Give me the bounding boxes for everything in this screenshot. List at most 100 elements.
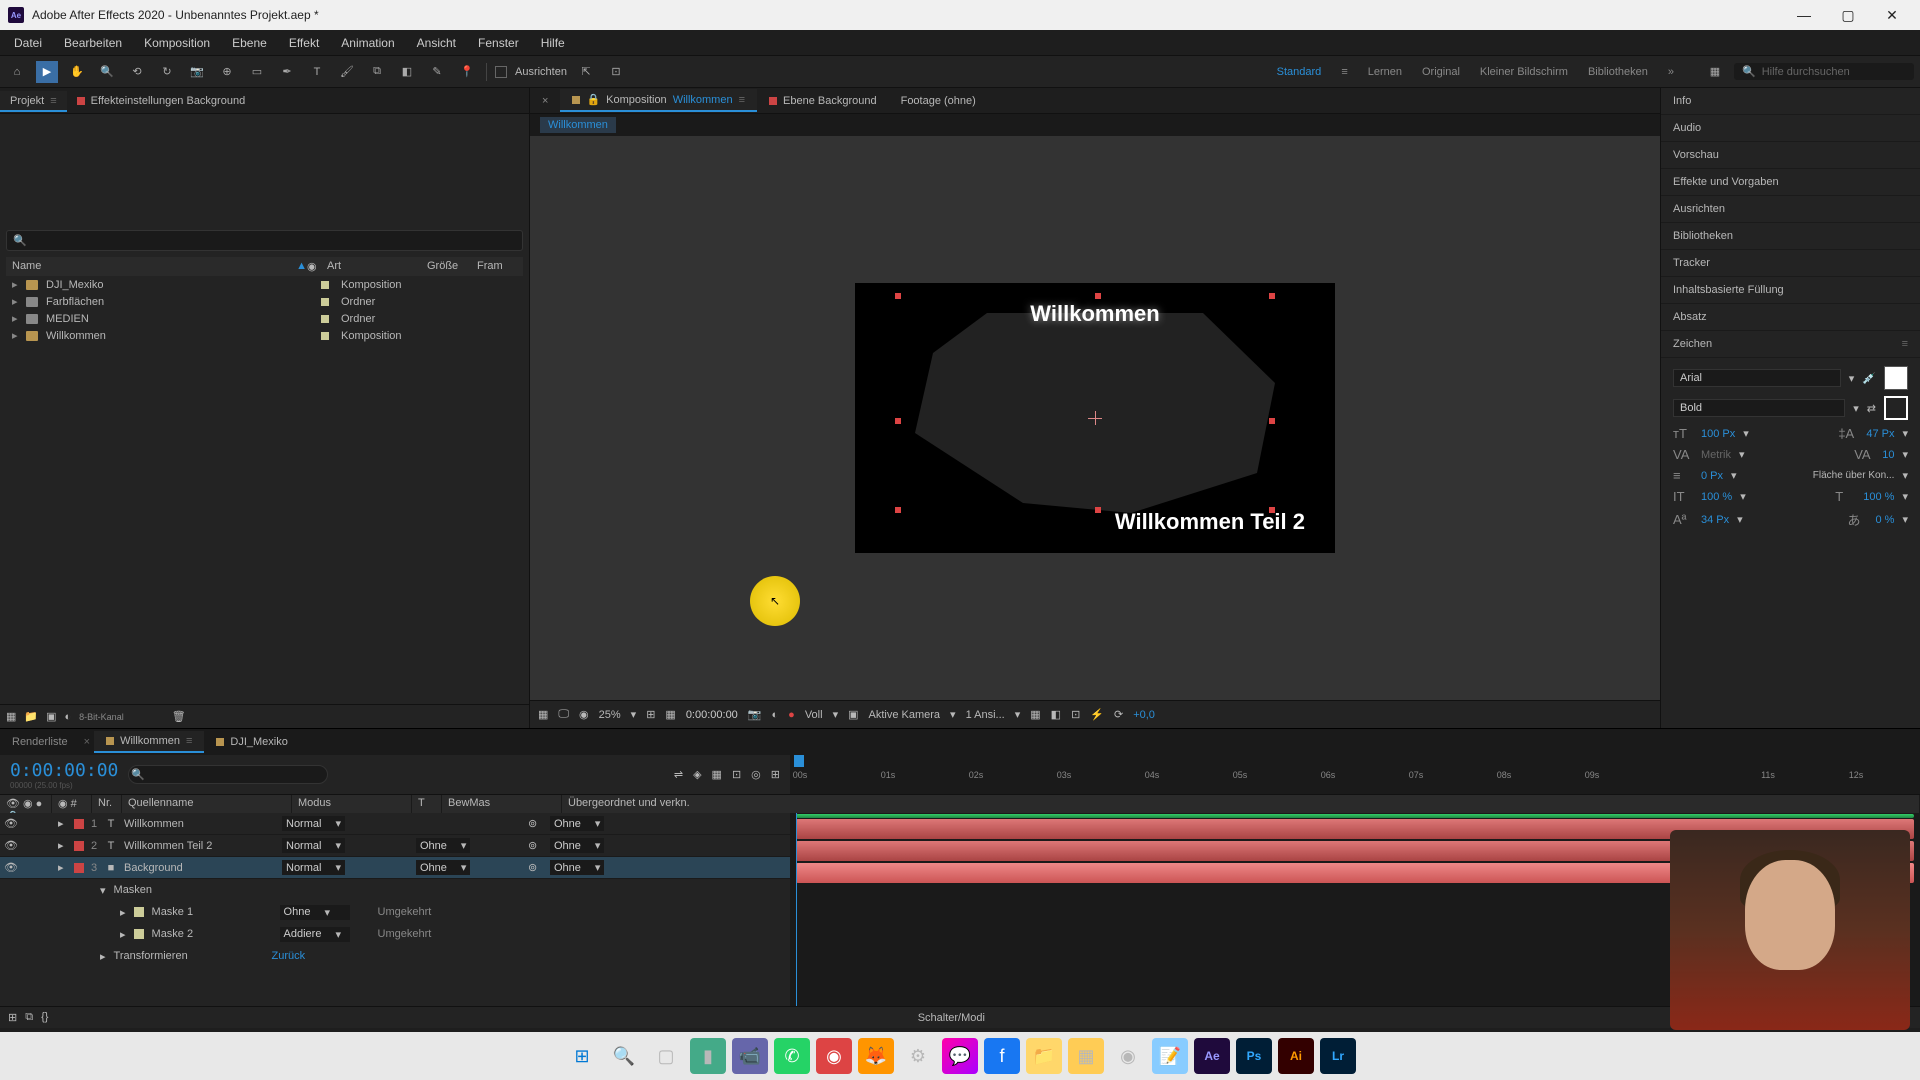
- stroke-swap-icon[interactable]: ⇄: [1867, 402, 1876, 415]
- vi1[interactable]: ▦: [1030, 708, 1040, 721]
- zoom-tool[interactable]: 🔍: [96, 61, 118, 83]
- screen-icon[interactable]: 🖵: [558, 708, 569, 721]
- menu-ebene[interactable]: Ebene: [222, 32, 277, 54]
- vi2[interactable]: ◧: [1051, 708, 1061, 721]
- tab-tl-dji[interactable]: DJI_Mexiko: [204, 732, 299, 752]
- snap-icon[interactable]: ⇱: [575, 61, 597, 83]
- tab-ebene[interactable]: Ebene Background: [757, 91, 889, 111]
- kerning[interactable]: Metrik: [1701, 449, 1731, 461]
- mask-icon[interactable]: ◉: [579, 708, 589, 721]
- baseline[interactable]: 34 Px: [1701, 514, 1729, 526]
- comp-tab-close[interactable]: ×: [530, 91, 560, 111]
- selection-handle[interactable]: [1269, 418, 1275, 424]
- project-search[interactable]: 🔍: [6, 230, 523, 251]
- fill-over-select[interactable]: Fläche über Kon...: [1813, 470, 1895, 481]
- taskbar-files[interactable]: 📁: [1026, 1038, 1062, 1074]
- selection-handle[interactable]: [895, 507, 901, 513]
- tab-footage[interactable]: Footage (ohne): [889, 91, 988, 111]
- font-weight-select[interactable]: Bold: [1673, 399, 1845, 417]
- mask-row[interactable]: ▸Maske 2Addiere▾Umgekehrt: [0, 923, 790, 945]
- clone-tool[interactable]: ⧉: [366, 61, 388, 83]
- panel-bibliotheken[interactable]: Bibliotheken: [1661, 223, 1920, 250]
- tl-ic3[interactable]: ▦: [712, 768, 722, 781]
- maximize-button[interactable]: ▢: [1828, 1, 1868, 29]
- pen-tool[interactable]: ✒: [276, 61, 298, 83]
- interpret-icon[interactable]: ▦: [6, 710, 16, 723]
- taskbar-facebook[interactable]: f: [984, 1038, 1020, 1074]
- views-dropdown[interactable]: 1 Ansi...: [966, 709, 1005, 721]
- selection-handle[interactable]: [1095, 507, 1101, 513]
- eraser-tool[interactable]: ◧: [396, 61, 418, 83]
- timeline-ruler[interactable]: 00s01s02s03s04s05s06s07s08s09s11s12s: [790, 755, 1920, 794]
- layer-row[interactable]: 👁▸1TWillkommenNormal▾⊚Ohne▾: [0, 813, 790, 835]
- font-family-select[interactable]: Arial: [1673, 369, 1841, 387]
- alpha-icon[interactable]: ▦: [538, 708, 548, 721]
- tl-ic5[interactable]: ◎: [751, 768, 761, 781]
- shape-tool[interactable]: ▭: [246, 61, 268, 83]
- leading[interactable]: 47 Px: [1866, 428, 1894, 440]
- mask-row[interactable]: ▸Maske 1Ohne▾Umgekehrt: [0, 901, 790, 923]
- ws-lernen[interactable]: Lernen: [1366, 62, 1404, 82]
- ws-more[interactable]: »: [1666, 62, 1676, 82]
- color-icon[interactable]: ●: [788, 709, 795, 721]
- close-button[interactable]: ✕: [1872, 1, 1912, 29]
- tl-ic4[interactable]: ⊡: [732, 768, 741, 781]
- panel-ausrichten[interactable]: Ausrichten: [1661, 196, 1920, 223]
- taskbar-notes[interactable]: 📝: [1152, 1038, 1188, 1074]
- tsume[interactable]: 0 %: [1876, 514, 1895, 526]
- layer-row[interactable]: 👁▸2TWillkommen Teil 2Normal▾Ohne▾⊚Ohne▾: [0, 835, 790, 857]
- menu-hilfe[interactable]: Hilfe: [531, 32, 575, 54]
- menu-animation[interactable]: Animation: [331, 32, 404, 54]
- menu-komposition[interactable]: Komposition: [134, 32, 220, 54]
- transform-group[interactable]: ▸TransformierenZurück: [0, 945, 790, 967]
- tab-komposition[interactable]: 🔒 Komposition Willkommen ≡: [560, 89, 757, 112]
- viewer-time[interactable]: 0:00:00:00: [686, 709, 738, 721]
- masks-group[interactable]: ▾Masken: [0, 879, 790, 901]
- channel-icon[interactable]: ◐: [772, 709, 779, 721]
- anchor-tool[interactable]: ⊕: [216, 61, 238, 83]
- panel-absatz[interactable]: Absatz: [1661, 304, 1920, 331]
- vscale[interactable]: 100 %: [1701, 491, 1732, 503]
- breadcrumb-item[interactable]: Willkommen: [540, 117, 616, 133]
- taskbar-messenger[interactable]: 💬: [942, 1038, 978, 1074]
- selection-handle[interactable]: [895, 293, 901, 299]
- project-item[interactable]: ▸WillkommenKomposition: [6, 327, 523, 344]
- hscale[interactable]: 100 %: [1863, 491, 1894, 503]
- taskbar-lr[interactable]: Lr: [1320, 1038, 1356, 1074]
- tl-ic1[interactable]: ⇌: [674, 768, 683, 781]
- exposure-value[interactable]: +0,0: [1133, 709, 1155, 721]
- brush-tool[interactable]: 🖌: [336, 61, 358, 83]
- layer-row[interactable]: 👁▸3■BackgroundNormal▾Ohne▾⊚Ohne▾: [0, 857, 790, 879]
- grid-icon[interactable]: ▦: [1704, 61, 1726, 83]
- menu-ansicht[interactable]: Ansicht: [407, 32, 466, 54]
- project-item[interactable]: ▸FarbflächenOrdner: [6, 293, 523, 310]
- camera-dropdown[interactable]: Aktive Kamera: [869, 709, 941, 721]
- panel-vorschau[interactable]: Vorschau: [1661, 142, 1920, 169]
- project-item[interactable]: ▸MEDIENOrdner: [6, 310, 523, 327]
- vi3[interactable]: ⊡: [1071, 708, 1080, 721]
- timeline-search[interactable]: 🔍: [128, 765, 328, 784]
- brace-icon[interactable]: {}: [41, 1011, 48, 1024]
- panel-effekte-und-vorgaben[interactable]: Effekte und Vorgaben: [1661, 169, 1920, 196]
- taskbar-obs[interactable]: ◉: [1110, 1038, 1146, 1074]
- menu-fenster[interactable]: Fenster: [468, 32, 529, 54]
- text-tool[interactable]: T: [306, 61, 328, 83]
- taskbar-search[interactable]: 🔍: [606, 1038, 642, 1074]
- taskbar-ps[interactable]: Ps: [1236, 1038, 1272, 1074]
- trash-icon[interactable]: 🗑: [172, 710, 186, 723]
- ws-kleiner[interactable]: Kleiner Bildschirm: [1478, 62, 1570, 82]
- taskbar-explorer[interactable]: ▮: [690, 1038, 726, 1074]
- selection-tool[interactable]: ▶: [36, 61, 58, 83]
- rotate-tool[interactable]: ↻: [156, 61, 178, 83]
- zoom-dropdown[interactable]: 25%: [599, 709, 621, 721]
- tl-ic6[interactable]: ⊞: [771, 768, 780, 781]
- selection-handle[interactable]: [1095, 293, 1101, 299]
- ws-standard[interactable]: Standard: [1275, 62, 1324, 82]
- eyedropper-icon[interactable]: 💉: [1862, 372, 1876, 385]
- snap2-icon[interactable]: ⊡: [605, 61, 627, 83]
- taskbar-app4[interactable]: ▦: [1068, 1038, 1104, 1074]
- fx-icon[interactable]: ⧉: [25, 1011, 33, 1024]
- tab-projekt[interactable]: Projekt ≡: [0, 91, 67, 111]
- panel-inhaltsbasierte-füllung[interactable]: Inhaltsbasierte Füllung: [1661, 277, 1920, 304]
- panel-tracker[interactable]: Tracker: [1661, 250, 1920, 277]
